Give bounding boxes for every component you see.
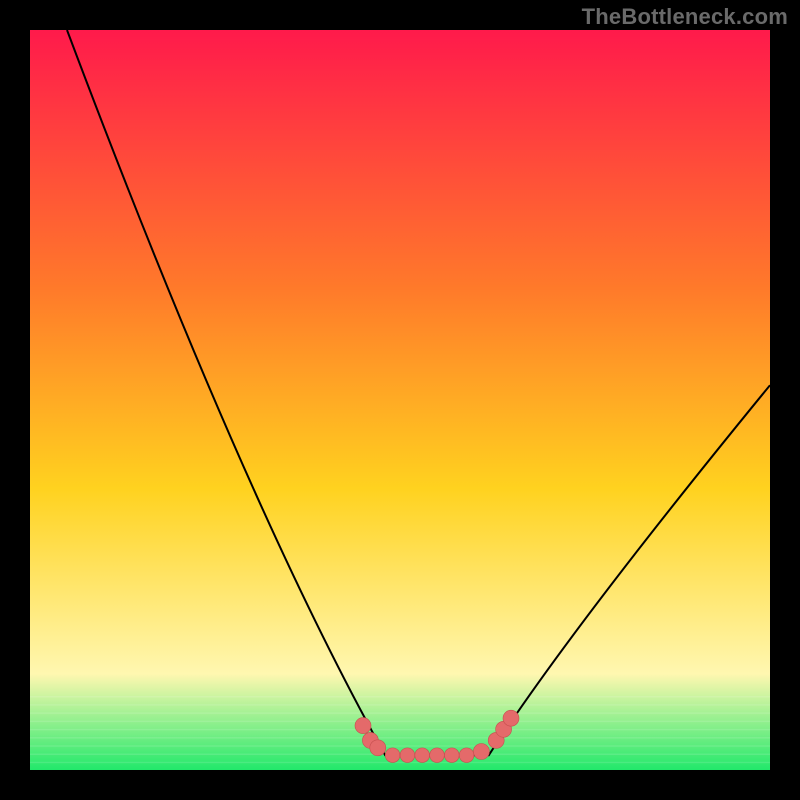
gradient-band	[30, 721, 770, 722]
plot-area	[30, 30, 770, 770]
chart-frame: TheBottleneck.com	[0, 0, 800, 800]
gradient-band	[30, 762, 770, 763]
data-marker	[400, 748, 415, 763]
gradient-bg	[30, 30, 770, 770]
data-marker	[444, 748, 459, 763]
data-marker	[459, 748, 474, 763]
gradient-band	[30, 704, 770, 705]
watermark-text: TheBottleneck.com	[582, 4, 788, 30]
data-marker	[355, 718, 371, 734]
data-marker	[415, 748, 430, 763]
data-marker	[385, 748, 400, 763]
data-marker	[473, 744, 489, 760]
gradient-band	[30, 712, 770, 713]
data-marker	[503, 710, 519, 726]
chart-svg	[30, 30, 770, 770]
data-marker	[430, 748, 445, 763]
gradient-band	[30, 745, 770, 746]
gradient-band	[30, 729, 770, 730]
gradient-band	[30, 696, 770, 697]
data-marker	[370, 740, 386, 756]
gradient-band	[30, 737, 770, 738]
